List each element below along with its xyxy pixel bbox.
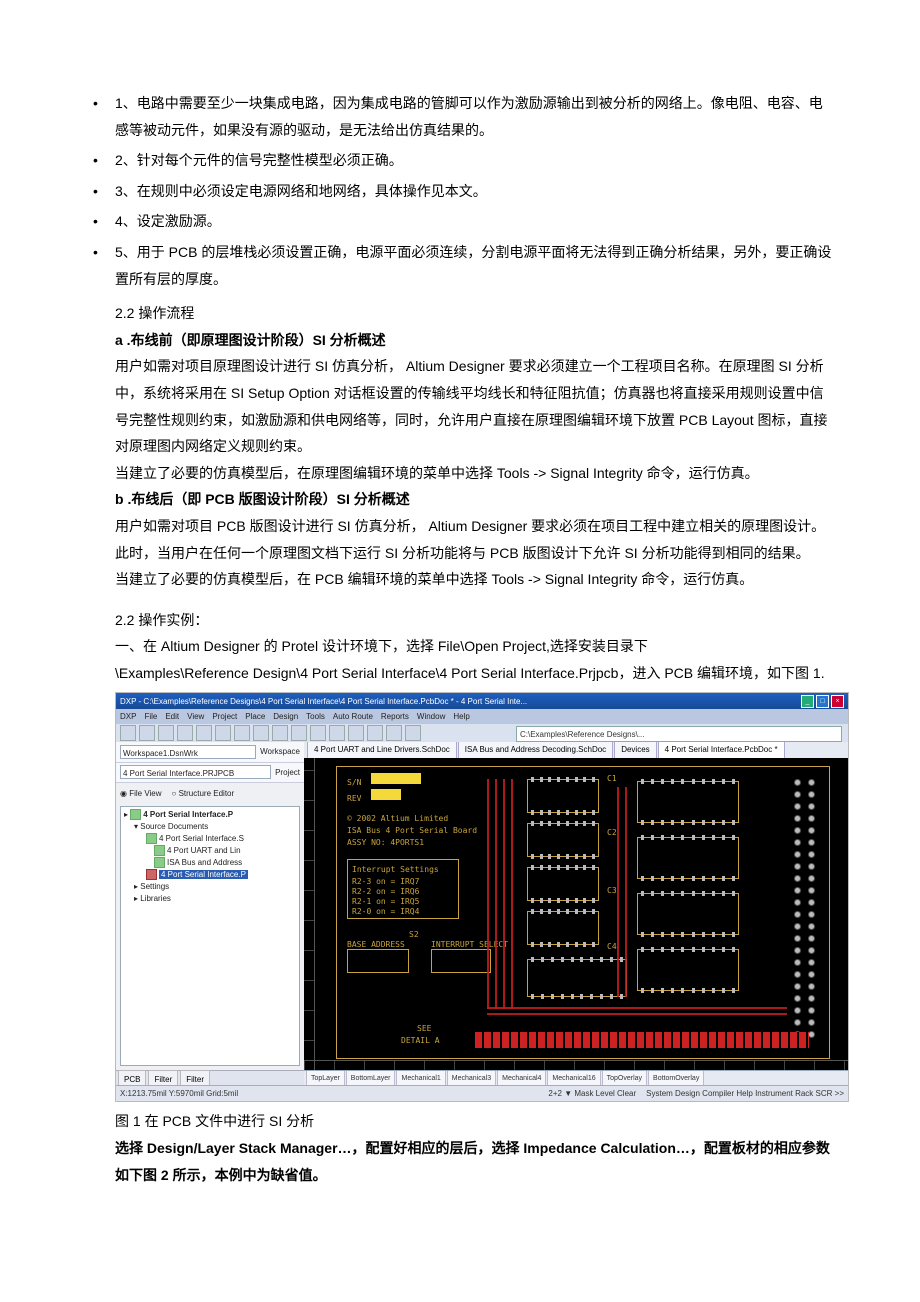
pcb-canvas[interactable]: S/N REV © 2002 Altium Limited ISA Bus 4 … — [304, 758, 848, 1071]
pcb-board-outline: S/N REV © 2002 Altium Limited ISA Bus 4 … — [336, 766, 830, 1059]
doc-tab-active[interactable]: 4 Port Serial Interface.PcbDoc * — [658, 742, 785, 758]
file-view-radio[interactable]: ◉ File View — [120, 786, 162, 801]
bullet-text: 3、在规则中必须设定电源网络和地网络，具体操作见本文。 — [115, 183, 487, 199]
status-bar: X:1213.75mil Y:5970mil Grid:5mil 2+2 ▼ M… — [116, 1085, 848, 1101]
toolbar-button[interactable] — [405, 725, 421, 741]
bullet-text: 2、针对每个元件的信号完整性模型必须正确。 — [115, 152, 403, 168]
toolbar-button[interactable] — [348, 725, 364, 741]
menu-item[interactable]: Help — [453, 709, 469, 724]
layer-tab[interactable]: Mechanical1 — [396, 1070, 445, 1086]
status-panels[interactable]: System Design Compiler Help Instrument R… — [646, 1086, 844, 1101]
paragraph: 当建立了必要的仿真模型后，在原理图编辑环境的菜单中选择 Tools -> Sig… — [115, 460, 835, 487]
menu-item[interactable]: Place — [245, 709, 265, 724]
toolbar-button[interactable] — [386, 725, 402, 741]
bullet-item: 4、设定激励源。 — [85, 208, 835, 235]
layer-tab[interactable]: Mechanical4 — [497, 1070, 546, 1086]
address-bar[interactable]: C:\Examples\Reference Designs\... — [516, 726, 842, 742]
bullet-list: 1、电路中需要至少一块集成电路，因为集成电路的管脚可以作为激励源输出到被分析的网… — [85, 90, 835, 292]
project-label: Project — [275, 765, 300, 780]
subheading-b: b .布线后（即 PCB 版图设计阶段）SI 分析概述 — [115, 486, 835, 513]
bullet-item: 5、用于 PCB 的层堆栈必须设置正确，电源平面必须连续，分割电源平面将无法得到… — [85, 239, 835, 292]
window-titlebar: DXP - C:\Examples\Reference Designs\4 Po… — [116, 693, 848, 709]
bullet-text: 1、电路中需要至少一块集成电路，因为集成电路的管脚可以作为激励源输出到被分析的网… — [115, 95, 823, 138]
menu-item[interactable]: Window — [417, 709, 445, 724]
menu-item[interactable]: Auto Route — [333, 709, 373, 724]
menu-item[interactable]: Tools — [306, 709, 325, 724]
menu-item[interactable]: File — [144, 709, 157, 724]
toolbar-button[interactable] — [234, 725, 250, 741]
document-tabs: 4 Port UART and Line Drivers.SchDoc ISA … — [304, 742, 848, 759]
interrupt-settings-box: Interrupt Settings R2-3 on = IRQ7 R2-2 o… — [347, 859, 459, 919]
project-tree[interactable]: ▸ 4 Port Serial Interface.P ▾ Source Doc… — [120, 806, 300, 1066]
maximize-button[interactable]: □ — [816, 695, 829, 708]
toolbar-button[interactable] — [158, 725, 174, 741]
doc-tab[interactable]: Devices — [614, 742, 656, 758]
menu-item[interactable]: Project — [212, 709, 237, 724]
toolbar-button[interactable] — [139, 725, 155, 741]
doc-tab[interactable]: ISA Bus and Address Decoding.SchDoc — [458, 742, 613, 758]
toolbar-button[interactable] — [253, 725, 269, 741]
layer-tab[interactable]: BottomOverlay — [648, 1070, 704, 1086]
paragraph: \Examples\Reference Design\4 Port Serial… — [115, 660, 835, 687]
workspace-label: Workspace — [260, 744, 300, 759]
projects-panel: Workspace1.DsnWrk Workspace 4 Port Seria… — [116, 742, 305, 1086]
toolbar-button[interactable] — [272, 725, 288, 741]
toolbar-button[interactable] — [120, 725, 136, 741]
menu-item[interactable]: Edit — [165, 709, 179, 724]
sn-field — [371, 773, 421, 784]
bullet-item: 2、针对每个元件的信号完整性模型必须正确。 — [85, 147, 835, 174]
layer-tab[interactable]: Mechanical3 — [447, 1070, 496, 1086]
menu-item[interactable]: DXP — [120, 709, 136, 724]
figure-caption: 图 1 在 PCB 文件中进行 SI 分析 — [115, 1108, 835, 1135]
bullet-item: 1、电路中需要至少一块集成电路，因为集成电路的管脚可以作为激励源输出到被分析的网… — [85, 90, 835, 143]
paragraph: 用户如需对项目 PCB 版图设计进行 SI 仿真分析， Altium Desig… — [115, 513, 835, 566]
layer-tabs: TopLayer BottomLayer Mechanical1 Mechani… — [304, 1070, 848, 1086]
paragraph-bold: 选择 Design/Layer Stack Manager…，配置好相应的层后，… — [115, 1135, 835, 1188]
edge-connector — [475, 1032, 810, 1048]
menu-item[interactable]: Design — [273, 709, 298, 724]
menu-item[interactable]: Reports — [381, 709, 409, 724]
rev-field — [371, 789, 401, 800]
toolbar-button[interactable] — [177, 725, 193, 741]
project-dropdown[interactable]: 4 Port Serial Interface.PRJPCB — [120, 765, 271, 779]
toolbar-button[interactable] — [367, 725, 383, 741]
workspace-dropdown[interactable]: Workspace1.DsnWrk — [120, 745, 256, 759]
main-section: 2.2 操作流程 a .布线前（即原理图设计阶段）SI 分析概述 用户如需对项目… — [85, 300, 835, 1188]
toolbar-button[interactable] — [291, 725, 307, 741]
bullet-text: 5、用于 PCB 的层堆栈必须设置正确，电源平面必须连续，分割电源平面将无法得到… — [115, 244, 831, 287]
menubar: DXP File Edit View Project Place Design … — [116, 709, 848, 724]
paragraph: 用户如需对项目原理图设计进行 SI 仿真分析， Altium Designer … — [115, 353, 835, 459]
layer-tab[interactable]: TopLayer — [306, 1070, 345, 1086]
close-button[interactable]: × — [831, 695, 844, 708]
toolbar-button[interactable] — [329, 725, 345, 741]
minimize-button[interactable]: _ — [801, 695, 814, 708]
figure-1: DXP - C:\Examples\Reference Designs\4 Po… — [115, 692, 835, 1102]
menu-item[interactable]: View — [187, 709, 204, 724]
structure-editor-radio[interactable]: ○ Structure Editor — [172, 786, 235, 801]
bullet-text: 4、设定激励源。 — [115, 213, 221, 229]
layer-tab[interactable]: BottomLayer — [346, 1070, 396, 1086]
layer-tab[interactable]: TopOverlay — [602, 1070, 647, 1086]
screenshot-altium: DXP - C:\Examples\Reference Designs\4 Po… — [115, 692, 849, 1102]
address-bar-text: C:\Examples\Reference Designs\... — [520, 727, 645, 742]
status-coords: X:1213.75mil Y:5970mil Grid:5mil — [120, 1086, 238, 1101]
paragraph: 当建立了必要的仿真模型后，在 PCB 编辑环境的菜单中选择 Tools -> S… — [115, 566, 835, 593]
toolbar-button[interactable] — [310, 725, 326, 741]
doc-tab[interactable]: 4 Port UART and Line Drivers.SchDoc — [307, 742, 457, 758]
panel-tabs: PCB Filter Filter — [116, 1070, 304, 1086]
window-title: DXP - C:\Examples\Reference Designs\4 Po… — [120, 694, 527, 709]
bullet-item: 3、在规则中必须设定电源网络和地网络，具体操作见本文。 — [85, 178, 835, 205]
heading-operation-example: 2.2 操作实例： — [115, 607, 835, 634]
subheading-a: a .布线前（即原理图设计阶段）SI 分析概述 — [115, 327, 835, 354]
toolbar-button[interactable] — [196, 725, 212, 741]
toolbar-button[interactable] — [215, 725, 231, 741]
status-right: 2+2 ▼ Mask Level Clear — [548, 1086, 636, 1101]
paragraph: 一、在 Altium Designer 的 Protel 设计环境下，选择 Fi… — [115, 633, 835, 660]
heading-operation-flow: 2.2 操作流程 — [115, 300, 835, 327]
layer-tab[interactable]: Mechanical16 — [547, 1070, 600, 1086]
